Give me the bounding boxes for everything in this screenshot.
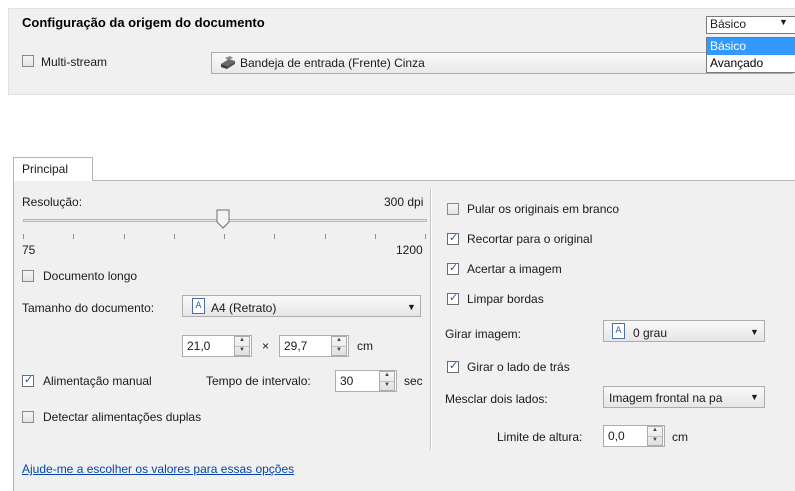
multistream-checkbox[interactable]: [22, 55, 34, 67]
clean-edges-label: Limpar bordas: [467, 292, 544, 306]
height-value: 29,7: [284, 339, 308, 353]
interval-value: 30: [340, 374, 354, 388]
mode-option-advanced[interactable]: Avançado: [707, 55, 795, 72]
resolution-slider-thumb[interactable]: [216, 209, 230, 229]
chevron-down-icon: ▼: [407, 302, 416, 312]
resolution-value: 300 dpi: [384, 195, 424, 209]
chevron-down-icon: ▼: [750, 327, 759, 337]
tab-strip-line: [92, 180, 795, 181]
slider-tick: [73, 234, 74, 239]
column-divider-highlight: [431, 188, 432, 450]
interval-label: Tempo de intervalo:: [206, 374, 311, 388]
document-page-icon: A: [192, 298, 205, 314]
slider-tick: [425, 234, 426, 239]
document-page-icon: A: [612, 323, 625, 339]
clean-edges-checkbox[interactable]: [447, 291, 459, 305]
slider-tick: [274, 234, 275, 239]
document-size-value: A4 (Retrato): [211, 301, 277, 315]
skip-blank-label: Pular os originais em branco: [467, 202, 620, 216]
help-link[interactable]: Ajude-me a escolher os valores para essa…: [22, 462, 294, 476]
tab-principal-label: Principal: [22, 162, 69, 176]
double-feed-checkbox[interactable]: [22, 411, 34, 423]
slider-min-label: 75: [22, 243, 36, 257]
height-limit-value: 0,0: [608, 429, 625, 443]
source-select-value: Bandeja de entrada (Frente) Cinza: [240, 56, 425, 70]
rotate-image-label: Girar imagem:: [445, 327, 522, 341]
rotate-back-label: Girar o lado de trás: [467, 360, 570, 374]
skip-blank-checkbox[interactable]: [447, 203, 459, 215]
height-limit-unit: cm: [672, 430, 688, 444]
interval-unit: sec: [404, 374, 423, 388]
times-symbol: ×: [262, 339, 270, 353]
multistream-label: Multi-stream: [41, 55, 108, 69]
manual-feed-label: Alimentação manual: [43, 374, 152, 388]
slider-tick: [224, 234, 225, 239]
straighten-label: Acertar a imagem: [467, 262, 562, 276]
merge-sides-value: Imagem frontal na pa: [609, 391, 723, 405]
manual-feed-checkbox[interactable]: [22, 373, 34, 387]
straighten-checkbox[interactable]: [447, 261, 459, 275]
width-value: 21,0: [187, 339, 211, 353]
slider-tick: [375, 234, 376, 239]
slider-tick: [23, 234, 24, 239]
rotate-back-checkbox[interactable]: [447, 359, 459, 373]
section-title: Configuração da origem do documento: [22, 15, 265, 30]
resolution-label: Resolução:: [22, 195, 83, 209]
height-limit-label: Limite de altura:: [497, 430, 583, 444]
height-spinner[interactable]: [331, 336, 347, 356]
crop-label: Recortar para o original: [467, 232, 593, 246]
rotate-image-value: 0 grau: [633, 326, 668, 340]
slider-tick: [325, 234, 326, 239]
interval-spinner[interactable]: [379, 371, 395, 391]
merge-sides-label: Mesclar dois lados:: [445, 392, 548, 406]
scanner-tray-icon: [221, 56, 235, 69]
document-size-label: Tamanho do documento:: [22, 301, 155, 315]
chevron-down-icon: ▼: [779, 17, 788, 27]
size-unit: cm: [357, 339, 373, 353]
mode-option-basic[interactable]: Básico: [707, 38, 795, 55]
long-document-checkbox[interactable]: [22, 270, 34, 282]
slider-max-label: 1200: [396, 243, 423, 257]
chevron-down-icon: ▼: [750, 392, 759, 402]
slider-tick: [124, 234, 125, 239]
height-limit-spinner[interactable]: [647, 426, 663, 446]
double-feed-label: Detectar alimentações duplas: [43, 410, 202, 424]
width-spinner[interactable]: [234, 336, 250, 356]
rotate-image-select[interactable]: [603, 320, 765, 342]
slider-tick: [174, 234, 175, 239]
long-document-label: Documento longo: [43, 269, 138, 283]
mode-select-value: Básico: [710, 17, 747, 31]
crop-checkbox[interactable]: [447, 231, 459, 245]
